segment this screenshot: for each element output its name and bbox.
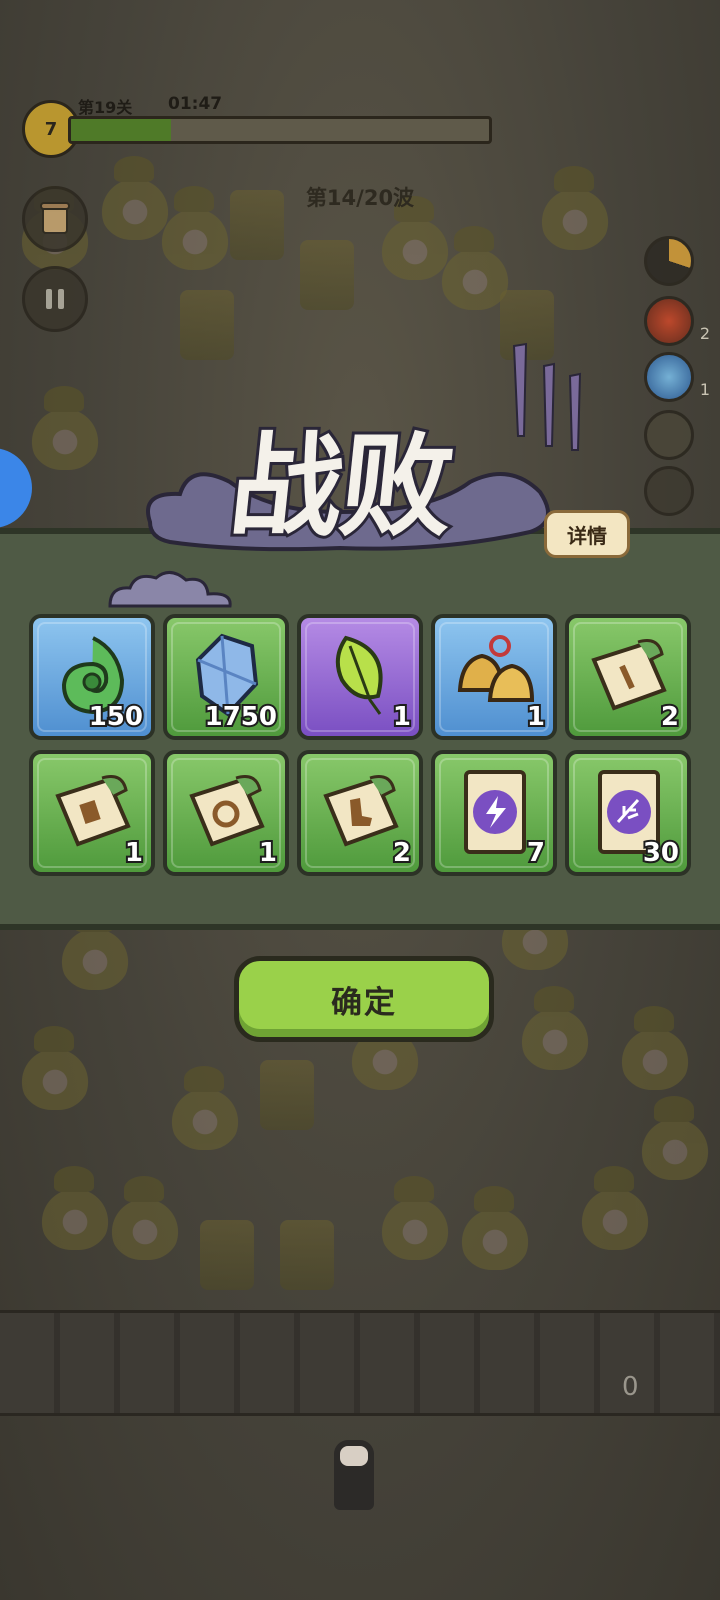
reward-qty: 1750	[203, 700, 279, 734]
skill-slot-2[interactable]	[644, 296, 694, 346]
ground-counter: 0	[622, 1372, 639, 1402]
tree-stump-monster	[180, 290, 234, 360]
reward-slot-9[interactable]: 7	[431, 750, 557, 876]
stage-label: 第19关	[78, 98, 133, 117]
reward-slot-5[interactable]: 2	[565, 614, 691, 740]
skill-slot-3-count: 1	[699, 380, 710, 399]
monster	[30, 386, 100, 470]
reward-slot-2[interactable]: 1750	[163, 614, 289, 740]
reward-qty: 30	[641, 836, 681, 870]
reward-slot-7[interactable]: 1	[163, 750, 289, 876]
exclamation-marks-icon	[512, 342, 582, 451]
monster	[580, 1166, 650, 1250]
detail-button[interactable]: 详情	[544, 510, 630, 558]
skill-slot-4[interactable]	[644, 410, 694, 460]
reward-slot-6[interactable]: 1	[29, 750, 155, 876]
reward-qty: 2	[659, 700, 681, 734]
reward-grid: 150 1750 1 1 2 1 1 2 7 30	[29, 614, 691, 876]
monster	[460, 1186, 530, 1270]
reward-qty: 1	[257, 836, 279, 870]
timer: 01:47	[168, 94, 223, 114]
tree-stump-monster	[200, 1220, 254, 1290]
stone-wall	[0, 1310, 720, 1416]
skill-slot-5[interactable]	[644, 466, 694, 516]
scroll-icon	[40, 202, 70, 234]
skill-slot-2-count: 2	[699, 324, 710, 343]
reward-slot-10[interactable]: 30	[565, 750, 691, 876]
reward-qty: 150	[87, 700, 145, 734]
level-badge-number: 7	[44, 118, 58, 140]
pause-button[interactable]	[22, 266, 88, 332]
monster	[110, 1176, 180, 1260]
reward-qty: 1	[391, 700, 413, 734]
skill-slot-3[interactable]	[644, 352, 694, 402]
skill-slot-1[interactable]	[644, 236, 694, 286]
reward-slot-1[interactable]: 150	[29, 614, 155, 740]
reward-slot-4[interactable]: 1	[431, 614, 557, 740]
pause-icon	[46, 289, 64, 309]
hero-character	[334, 1440, 374, 1510]
reward-qty: 1	[123, 836, 145, 870]
reward-slot-3[interactable]: 1	[297, 614, 423, 740]
defeat-title: 战败	[221, 418, 461, 555]
tree-stump-monster	[260, 1060, 314, 1130]
monster	[20, 1026, 90, 1110]
stage-progress-bar	[68, 116, 492, 144]
tree-stump-monster	[300, 240, 354, 310]
tree-stump-monster	[280, 1220, 334, 1290]
confirm-button[interactable]: 确定	[234, 956, 494, 1042]
monster	[60, 906, 130, 990]
scroll-menu-button[interactable]	[22, 186, 88, 252]
reward-qty: 7	[525, 836, 547, 870]
monster	[380, 1176, 450, 1260]
cloud-ornament	[108, 571, 232, 608]
monster	[640, 1096, 710, 1180]
reward-slot-8[interactable]: 2	[297, 750, 423, 876]
monster	[170, 1066, 240, 1150]
stage-progress-fill	[71, 119, 172, 141]
reward-qty: 1	[525, 700, 547, 734]
monster	[520, 986, 590, 1070]
monster	[620, 1006, 690, 1090]
wave-label: 第14/20波	[305, 186, 415, 210]
reward-qty: 2	[391, 836, 413, 870]
monster	[40, 1166, 110, 1250]
